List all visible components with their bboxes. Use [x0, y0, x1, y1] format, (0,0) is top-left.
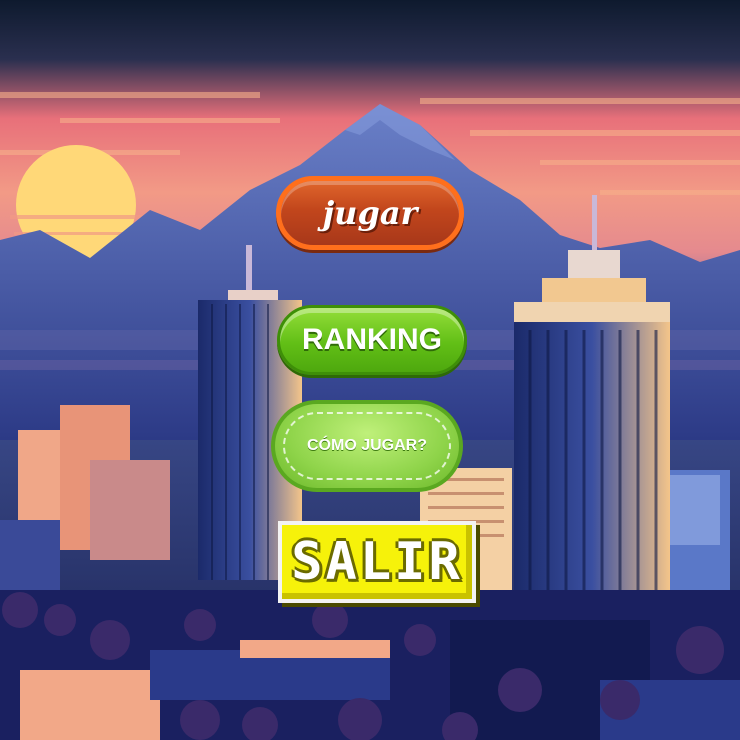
play-button-label: jugar: [322, 194, 418, 232]
exit-button-label: SALIR: [291, 532, 463, 592]
how-to-play-button[interactable]: CÓMO JUGAR?: [271, 400, 463, 492]
ranking-button-label: RANKING: [302, 323, 442, 356]
how-to-play-button-label: CÓMO JUGAR?: [307, 437, 427, 454]
exit-button[interactable]: SALIR: [278, 521, 476, 603]
ranking-button[interactable]: RANKING: [277, 305, 467, 375]
play-button[interactable]: jugar: [276, 176, 464, 250]
game-main-menu: jugar RANKING CÓMO JUGAR? SALIR: [0, 0, 740, 740]
